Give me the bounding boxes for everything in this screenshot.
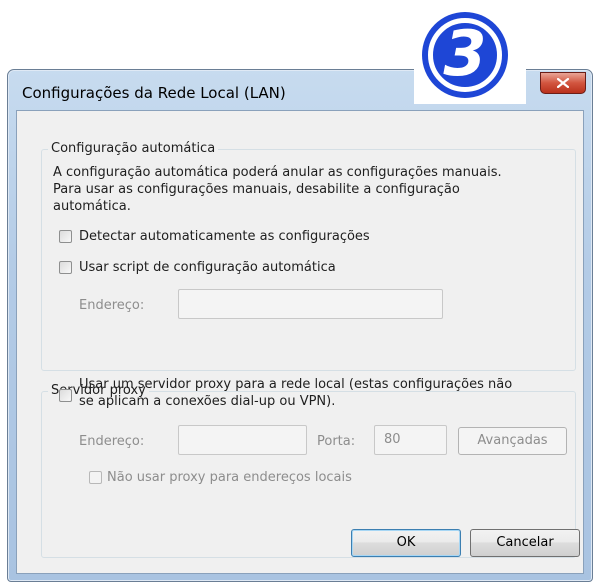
bypass-local-label[interactable]: Não usar proxy para endereços locais	[107, 469, 352, 486]
bypass-local-checkbox[interactable]	[89, 471, 102, 484]
script-address-label: Endereço:	[79, 298, 145, 313]
use-proxy-checkbox[interactable]	[59, 389, 72, 402]
proxy-address-label: Endereço:	[79, 434, 145, 449]
auto-config-script-checkbox[interactable]	[59, 261, 72, 274]
advanced-button[interactable]: Avançadas	[458, 427, 567, 455]
step-number-circle: 3	[422, 12, 508, 98]
proxy-port-input[interactable]: 80	[374, 425, 447, 455]
script-address-input[interactable]	[178, 289, 443, 319]
auto-config-description-3: automática.	[53, 199, 131, 214]
auto-config-description-1: A configuração automática poderá anular …	[53, 165, 502, 180]
close-icon	[557, 78, 569, 88]
cancel-button[interactable]: Cancelar	[470, 529, 580, 557]
detect-settings-label[interactable]: Detectar automaticamente as configuraçõe…	[79, 228, 370, 245]
auto-config-description-2: Para usar as configurações manuais, desa…	[53, 182, 460, 197]
step-badge: 3	[414, 12, 526, 104]
dialog-title: Configurações da Rede Local (LAN)	[22, 84, 286, 102]
step-number: 3	[443, 16, 487, 90]
use-proxy-label-1[interactable]: Usar um servidor proxy para a rede local…	[79, 376, 512, 393]
detect-settings-checkbox[interactable]	[59, 230, 72, 243]
proxy-port-label: Porta:	[317, 434, 356, 449]
lan-settings-dialog: Configurações da Rede Local (LAN) Config…	[7, 69, 593, 582]
auto-config-script-label[interactable]: Usar script de configuração automática	[79, 259, 336, 276]
dialog-body: Configuração automática A configuração a…	[16, 110, 584, 574]
use-proxy-label-2[interactable]: se aplicam a conexões dial-up ou VPN).	[79, 393, 335, 410]
ok-button[interactable]: OK	[351, 529, 461, 557]
close-button[interactable]	[540, 72, 586, 94]
auto-config-legend: Configuração automática	[48, 141, 219, 156]
proxy-address-input[interactable]	[178, 425, 307, 455]
